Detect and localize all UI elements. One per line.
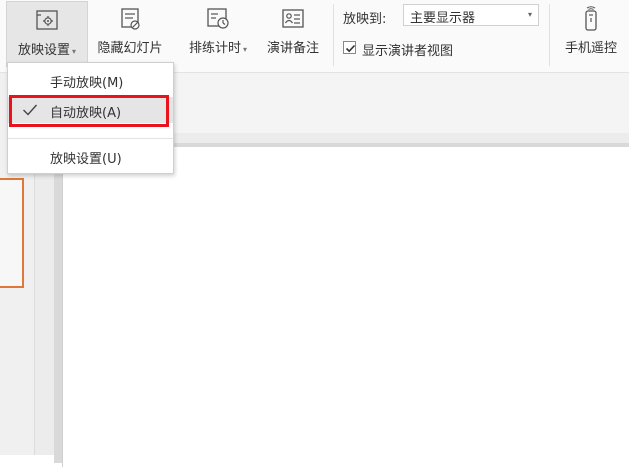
phone-remote-icon [585,6,597,31]
show-to-value: 主要显示器 [410,11,476,26]
slideshow-settings-label: 放映设置 [17,43,70,58]
highlight-box [9,95,169,127]
menu-item-show-setup[interactable]: 放映设置(U) [8,143,173,169]
slide-thumbnail[interactable] [0,178,24,288]
checkmark-icon [345,44,356,53]
show-to-select[interactable]: 主要显示器 ▾ [403,4,539,26]
show-to-label: 放映到: [343,12,387,27]
speaker-notes-label: 演讲备注 [266,41,319,56]
ribbon-separator [549,4,550,66]
hide-slide-button[interactable]: 隐藏幻灯片 [90,0,170,64]
rehearse-timing-button[interactable]: 排练计时 ▾ [178,0,258,64]
menu-item-label: 放映设置(U) [50,152,122,167]
slide-canvas[interactable] [62,147,629,467]
presenter-view-label: 显示演讲者视图 [362,44,454,59]
timer-icon [207,8,229,29]
phone-remote-label: 手机遥控 [564,41,617,56]
speaker-notes-button[interactable]: 演讲备注 [258,0,328,64]
rehearse-timing-label: 排练计时 [188,41,241,56]
dropdown-arrow-icon: ▾ [243,45,248,54]
presenter-view-checkbox[interactable] [343,41,356,54]
hide-slide-label: 隐藏幻灯片 [97,41,163,56]
menu-separator [8,138,173,139]
phone-remote-button[interactable]: 手机遥控 [556,0,626,64]
slideshow-settings-dropdown: 手动放映(M) 自动放映(A) 放映设置(U) [7,62,174,174]
chevron-down-icon: ▾ [527,10,532,19]
speaker-notes-icon [282,9,304,28]
menu-item-manual-show[interactable]: 手动放映(M) [8,67,173,93]
menu-item-label: 手动放映(M) [50,76,124,91]
dropdown-arrow-icon: ▾ [72,47,77,56]
gear-screen-icon [36,10,58,30]
ribbon-separator [333,4,334,66]
slideshow-settings-button[interactable]: 放映设置 ▾ [6,1,88,67]
hide-slide-icon [121,8,140,30]
